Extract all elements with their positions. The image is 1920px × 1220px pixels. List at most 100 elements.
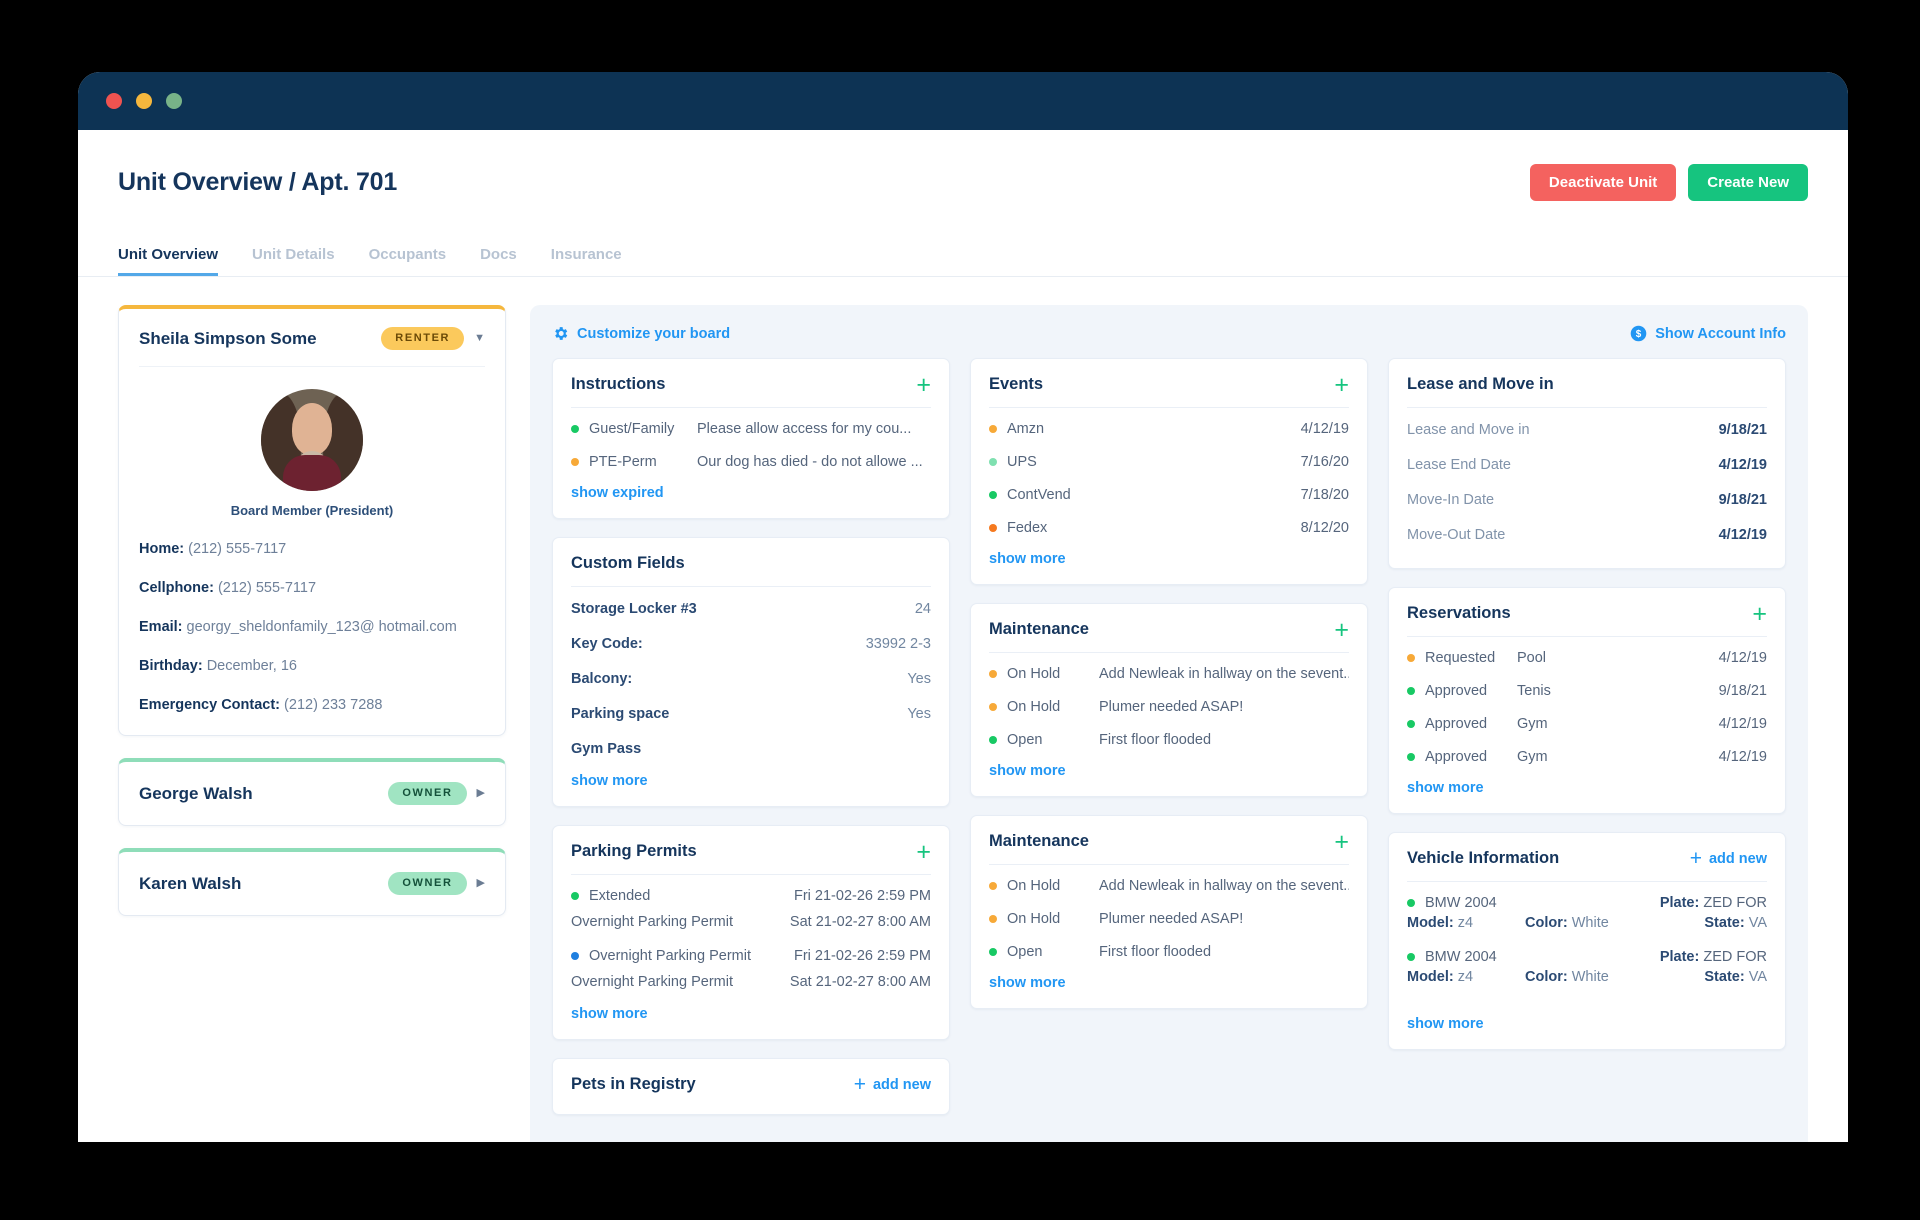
vehicle-color-label: Color: [1525,915,1568,931]
vehicle-model-label: Model: [1407,915,1454,931]
field-key: Gym Pass [571,741,642,757]
show-more-link[interactable]: show more [989,551,1066,567]
chevron-right-icon[interactable]: ▶ [477,788,485,799]
show-more-link[interactable]: show more [1407,1016,1484,1032]
list-item[interactable]: Approved Tenis 9/18/21 [1407,674,1767,707]
field-birthday: Birthday: December, 16 [139,658,485,674]
maintenance-text: Add Newleak in hallway on the sevent.. [1099,666,1349,682]
list-item[interactable]: On Hold Add Newleak in hallway on the se… [989,869,1349,902]
add-reservation-button[interactable]: + [1752,601,1767,626]
vehicle-state-label: State: [1704,969,1745,985]
field-home-value: (212) 555-7117 [188,541,287,557]
card-lease-and-move-in: Lease and Move in Lease and Move in 9/18… [1388,358,1786,569]
show-more-link[interactable]: show more [571,773,648,789]
reservation-place: Gym [1517,749,1548,765]
card-header: Pets in Registry + add new [571,1074,931,1098]
add-event-button[interactable]: + [1334,372,1349,397]
instruction-text: Please allow access for my cou... [697,421,912,437]
show-more-link[interactable]: show more [1407,780,1484,796]
tab-unit-details[interactable]: Unit Details [252,247,335,276]
list-item[interactable]: Extended Fri 21-02-26 2:59 PM [571,879,931,912]
list-item[interactable]: UPS 7/16/20 [989,445,1349,478]
board-columns: Instructions + Guest/Family Please allow… [552,358,1786,1115]
list-item[interactable]: ContVend 7/18/20 [989,478,1349,511]
reservation-date: 4/12/19 [1718,650,1767,666]
close-icon[interactable] [106,93,122,109]
status-dot-icon [1407,654,1415,662]
list-item[interactable]: Approved Gym 4/12/19 [1407,707,1767,740]
table-row[interactable]: BMW 2004 Plate: ZED FOR Model: z4 Color:… [1407,886,1767,940]
field-birthday-label: Birthday: [139,658,203,674]
tab-occupants[interactable]: Occupants [369,247,447,276]
tab-bar: Unit Overview Unit Details Occupants Doc… [78,237,1848,277]
list-item[interactable]: Guest/Family Please allow access for my … [571,412,931,445]
status-dot-icon [989,458,997,466]
show-more-link[interactable]: show more [989,763,1066,779]
card-parking-permits: Parking Permits + Extended Fri 21-02-26 … [552,825,950,1040]
lease-value: 4/12/19 [1718,527,1767,543]
deactivate-unit-button[interactable]: Deactivate Unit [1529,164,1677,201]
list-item[interactable]: Amzn 4/12/19 [989,412,1349,445]
tab-docs[interactable]: Docs [480,247,517,276]
add-instruction-button[interactable]: + [916,372,931,397]
field-key: Storage Locker #3 [571,601,697,617]
occupant-name: Karen Walsh [139,873,242,893]
show-more-link[interactable]: show more [571,1006,648,1022]
add-vehicle-button[interactable]: + add new [1690,848,1767,869]
lease-key: Lease and Move in [1407,422,1530,438]
field-emergency-contact-label: Emergency Contact: [139,697,281,713]
table-row: Gym Pass [571,731,931,766]
list-item[interactable]: Requested Pool 4/12/19 [1407,641,1767,674]
list-item[interactable]: Open First floor flooded [989,935,1349,968]
show-expired-link[interactable]: show expired [571,485,664,501]
minimize-icon[interactable] [136,93,152,109]
vehicle-model-value: z4 [1457,969,1474,985]
table-row[interactable]: BMW 2004 Plate: ZED FOR Model: z4 Color:… [1407,940,1767,994]
vehicle-state: State: VA [1704,915,1767,931]
vehicle-top-line: BMW 2004 Plate: ZED FOR [1407,940,1767,969]
chevron-down-icon[interactable]: ▼ [474,333,485,344]
status-dot-icon [989,948,997,956]
show-more-link[interactable]: show more [989,975,1066,991]
primary-occupant-card[interactable]: Sheila Simpson Some RENTER ▼ Board Membe… [118,305,506,736]
field-email: Email: georgy_sheldonfamily_123@ hotmail… [139,619,485,635]
list-item[interactable]: On Hold Plumer needed ASAP! [989,902,1349,935]
maintenance-status: Open [1007,732,1043,748]
occupant-card-karen-walsh[interactable]: Karen Walsh OWNER ▶ [118,848,506,916]
event-rows: Amzn 4/12/19 UPS 7/16/20 ContVend 7/18/2… [989,408,1349,544]
list-item[interactable]: On Hold Add Newleak in hallway on the se… [989,657,1349,690]
add-pet-button[interactable]: + add new [854,1074,931,1095]
list-item[interactable]: Open First floor flooded [989,723,1349,756]
vehicle-model-value: z4 [1457,915,1474,931]
occupant-header: George Walsh OWNER ▶ [139,762,485,825]
browser-window: Unit Overview / Apt. 701 Deactivate Unit… [78,72,1848,1142]
status-dot-icon [989,491,997,499]
board-column-2: Events + Amzn 4/12/19 UPS 7/16/20 ContVe… [970,358,1368,1009]
chevron-right-icon[interactable]: ▶ [477,878,485,889]
create-new-button[interactable]: Create New [1688,164,1808,201]
dollar-circle-icon: $ [1630,325,1647,342]
field-value: 33992 2-3 [865,636,931,652]
maximize-icon[interactable] [166,93,182,109]
card-title: Maintenance [989,832,1089,850]
list-item[interactable]: PTE-Perm Our dog has died - do not allow… [571,445,931,478]
customize-board-button[interactable]: Customize your board [552,325,730,342]
list-item[interactable]: Approved Gym 4/12/19 [1407,740,1767,773]
field-birthday-value: December, 16 [206,658,297,674]
status-dot-icon [1407,953,1415,961]
list-item[interactable]: On Hold Plumer needed ASAP! [989,690,1349,723]
add-maintenance-button[interactable]: + [1334,829,1349,854]
add-parking-permit-button[interactable]: + [916,839,931,864]
tab-insurance[interactable]: Insurance [551,247,622,276]
list-item[interactable]: Overnight Parking Permit Fri 21-02-26 2:… [571,939,931,972]
vehicle-state-value: VA [1748,969,1767,985]
event-date: 4/12/19 [1300,421,1349,437]
permit-sub-label: Overnight Parking Permit [571,914,733,930]
occupant-card-george-walsh[interactable]: George Walsh OWNER ▶ [118,758,506,826]
add-maintenance-button[interactable]: + [1334,617,1349,642]
status-dot-icon [989,736,997,744]
show-account-info-button[interactable]: $ Show Account Info [1630,325,1786,342]
tab-unit-overview[interactable]: Unit Overview [118,247,219,276]
list-item[interactable]: Fedex 8/12/20 [989,511,1349,544]
permit-label: Overnight Parking Permit [589,948,751,964]
